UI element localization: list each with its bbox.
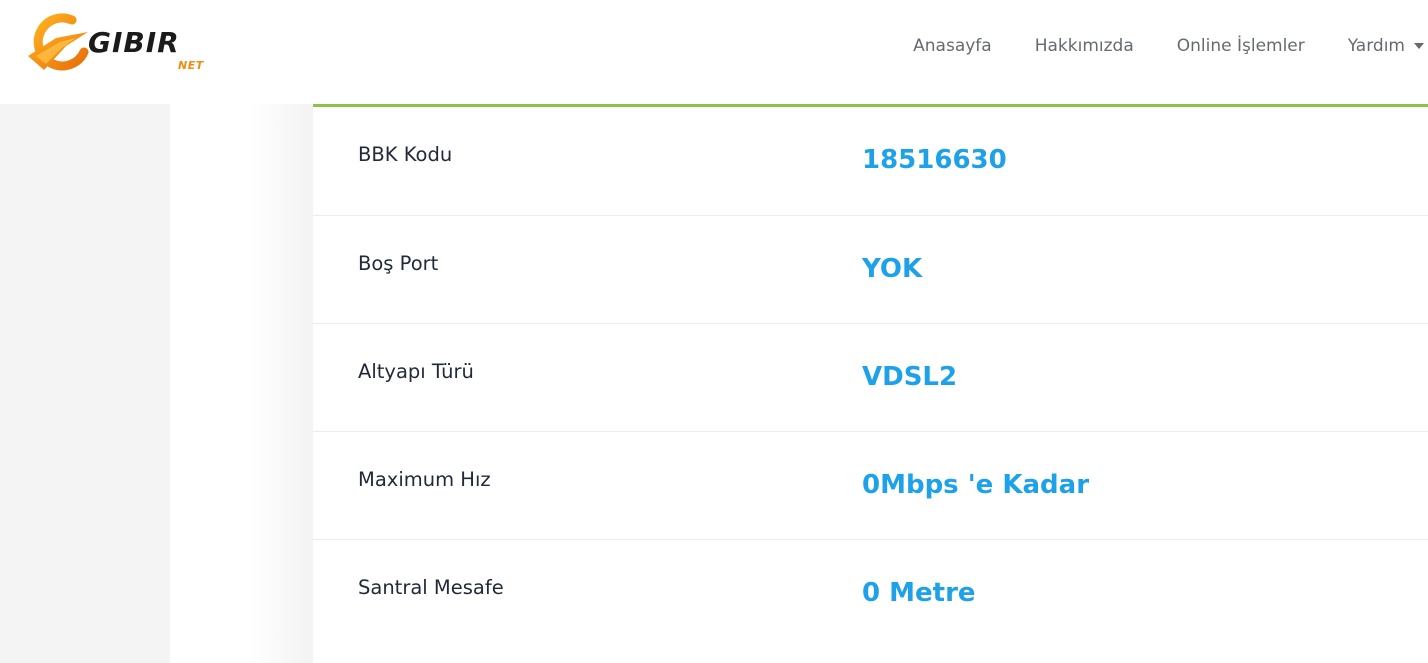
detail-label: Altyapı Türü [358, 360, 474, 383]
main-nav: Anasayfa Hakkımızda Online İşlemler Yard… [913, 34, 1428, 58]
detail-row-infrastructure-type: Altyapı Türü VDSL2 [313, 324, 1428, 432]
detail-row-free-port: Boş Port YOK [313, 216, 1428, 324]
chevron-down-icon [1414, 43, 1424, 49]
detail-label: Boş Port [358, 252, 439, 275]
brand-logo[interactable]: GIBIR NET [26, 12, 226, 76]
detail-label: BBK Kodu [358, 143, 453, 166]
sidebar-panel [170, 104, 313, 663]
detail-label: Maximum Hız [358, 468, 491, 491]
nav-about[interactable]: Hakkımızda [1035, 36, 1134, 56]
detail-value: 0Mbps 'e Kadar [862, 470, 1090, 500]
site-header: GIBIR NET Anasayfa Hakkımızda Online İşl… [0, 0, 1428, 104]
detail-value: VDSL2 [862, 362, 958, 392]
detail-label: Santral Mesafe [358, 576, 504, 599]
detail-value: 0 Metre [862, 578, 976, 608]
nav-help-dropdown[interactable]: Yardım [1348, 36, 1428, 56]
brand-subname: NET [178, 59, 204, 72]
detail-row-bbk-code: BBK Kodu 18516630 [313, 107, 1428, 216]
nav-help-label: Yardım [1347, 36, 1405, 56]
nav-home[interactable]: Anasayfa [913, 36, 992, 56]
brand-name: GIBIR [88, 26, 180, 59]
detail-value: YOK [862, 254, 923, 284]
detail-value: 18516630 [862, 145, 1007, 175]
infrastructure-details-card: BBK Kodu 18516630 Boş Port YOK Altyapı T… [313, 104, 1428, 663]
detail-row-max-speed: Maximum Hız 0Mbps 'e Kadar [313, 432, 1428, 540]
page-background [0, 104, 170, 663]
nav-online-services[interactable]: Online İşlemler [1177, 36, 1305, 56]
detail-row-exchange-distance: Santral Mesafe 0 Metre [313, 540, 1428, 648]
